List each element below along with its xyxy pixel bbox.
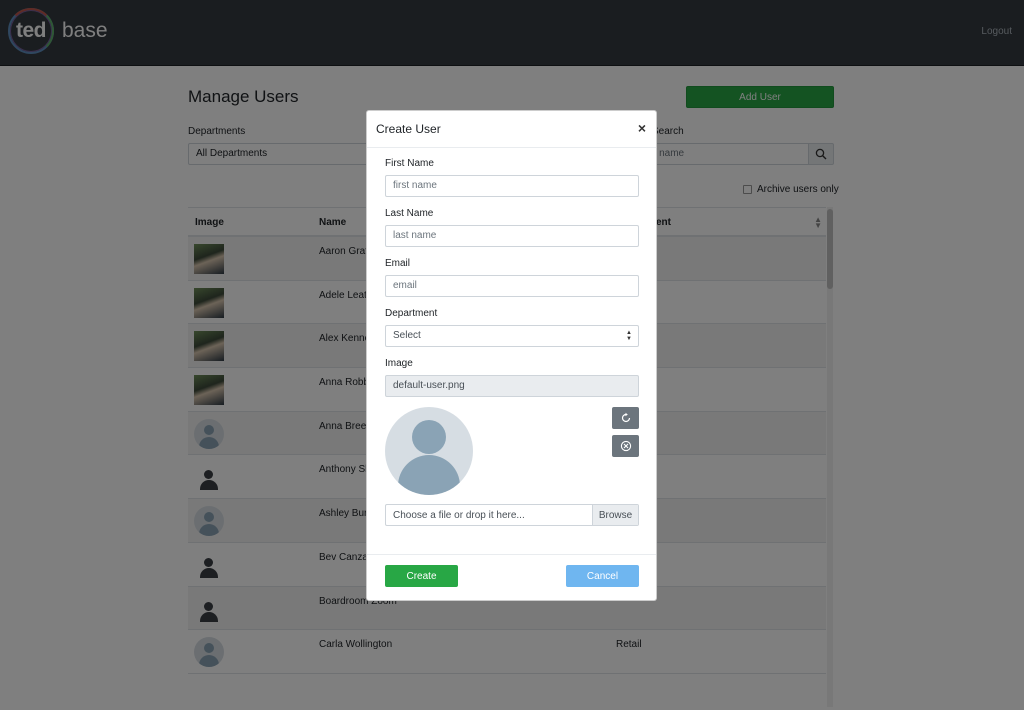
department-label: Department: [385, 308, 438, 319]
last-name-label: Last Name: [385, 208, 434, 219]
browse-button[interactable]: Browse: [592, 505, 638, 525]
first-name-input[interactable]: first name: [385, 175, 639, 197]
remove-image-button[interactable]: [612, 435, 639, 457]
file-upload-input[interactable]: Choose a file or drop it here... Browse: [385, 504, 639, 526]
select-arrows-icon: ▲ ▼: [626, 330, 632, 342]
email-label: Email: [385, 258, 411, 269]
create-user-modal: Create User × First Name first name Last…: [366, 110, 657, 601]
image-label: Image: [385, 358, 413, 369]
file-placeholder: Choose a file or drop it here...: [393, 510, 525, 521]
department-select[interactable]: Select ▲ ▼: [385, 325, 639, 347]
refresh-button[interactable]: [612, 407, 639, 429]
modal-footer-divider: [367, 554, 656, 555]
create-button[interactable]: Create: [385, 565, 458, 587]
cancel-button[interactable]: Cancel: [566, 565, 639, 587]
last-name-input[interactable]: last name: [385, 225, 639, 247]
modal-header: Create User ×: [367, 111, 656, 148]
first-name-label: First Name: [385, 158, 434, 169]
department-select-value: Select: [393, 330, 421, 341]
image-filename-field: default-user.png: [385, 375, 639, 397]
remove-icon: [620, 440, 631, 452]
email-input[interactable]: email: [385, 275, 639, 297]
close-icon[interactable]: ×: [638, 120, 646, 136]
image-preview-avatar: [385, 407, 473, 495]
modal-title: Create User: [376, 122, 441, 136]
refresh-icon: [621, 412, 630, 423]
